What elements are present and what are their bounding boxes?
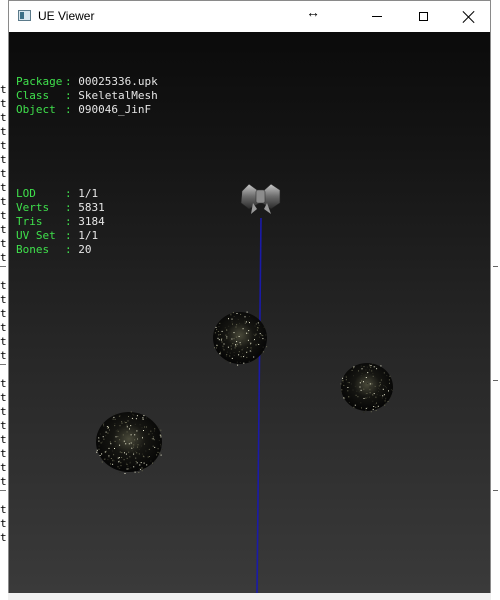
background-divider <box>0 364 6 365</box>
info-value: 1/1 <box>78 187 99 200</box>
background-text-char: t <box>0 154 7 166</box>
info-label: UV Set <box>16 229 56 242</box>
background-text-char: t <box>0 462 7 474</box>
background-text-char: t <box>0 336 7 348</box>
info-value: 1/1 <box>78 229 99 242</box>
info-separator: : <box>65 75 79 88</box>
maximize-icon <box>418 12 428 21</box>
axis-line <box>256 217 262 593</box>
mesh-stats-block: LOD: 1/1 Verts: 5831 Tris: 3184 UV Set: 1/1… <box>16 187 158 257</box>
info-row: Package: 00025336.upk <box>16 75 158 89</box>
background-window-right <box>491 0 500 600</box>
info-row: Class: SkeletalMesh <box>16 89 158 103</box>
background-text-char: t <box>0 392 7 404</box>
background-text-char: t <box>0 252 7 264</box>
info-label: Tris <box>16 215 43 228</box>
background-text-char: t <box>0 84 7 96</box>
background-text-char: t <box>0 420 7 432</box>
object-info-block: Package: 00025336.upk Class: SkeletalMesh… <box>16 75 158 117</box>
background-text-char: t <box>0 210 7 222</box>
info-separator: : <box>65 229 79 242</box>
info-value: 5831 <box>78 201 105 214</box>
3d-viewport[interactable]: Package: 00025336.upk Class: SkeletalMesh… <box>9 32 490 593</box>
ue-viewer-window: UE Viewer ↔ Package: 00025336.upk Class… <box>8 0 491 593</box>
close-icon <box>463 11 475 23</box>
info-label: Object <box>16 103 56 116</box>
background-text-char: t <box>0 308 7 320</box>
background-text-char: t <box>0 182 7 194</box>
mesh-info-panel: Package: 00025336.upk Class: SkeletalMesh… <box>16 47 158 285</box>
info-separator: : <box>65 187 79 200</box>
info-row: LOD: 1/1 <box>16 187 158 201</box>
background-text-char: t <box>0 280 7 292</box>
background-text-char: t <box>0 168 7 180</box>
info-row: Verts: 5831 <box>16 201 158 215</box>
background-divider <box>0 490 6 491</box>
background-text-char: t <box>0 378 7 390</box>
bow-mesh <box>240 183 281 214</box>
resize-icon: ↔ <box>306 4 320 20</box>
background-text-char: t <box>0 126 7 138</box>
background-divider <box>0 266 6 267</box>
background-text-char: t <box>0 294 7 306</box>
info-separator: : <box>65 243 79 256</box>
info-label: Verts <box>16 201 50 214</box>
info-value: 00025336.upk <box>78 75 158 88</box>
info-separator: : <box>65 201 79 214</box>
info-separator: : <box>65 215 79 228</box>
background-text-char: t <box>0 350 7 362</box>
pom-pom-mesh <box>340 363 393 413</box>
info-separator: : <box>65 103 79 116</box>
close-button[interactable] <box>446 1 492 32</box>
minimize-icon <box>372 16 382 17</box>
info-label: Class <box>16 89 50 102</box>
info-row: Tris: 3184 <box>16 215 158 229</box>
info-label: Bones <box>16 243 50 256</box>
info-value: 3184 <box>78 215 105 228</box>
info-row: Bones: 20 <box>16 243 158 257</box>
maximize-button[interactable] <box>400 1 446 32</box>
info-value: 090046_JinF <box>78 103 152 116</box>
background-text-char: t <box>0 434 7 446</box>
background-tick <box>493 266 498 267</box>
minimize-button[interactable] <box>354 1 400 32</box>
background-text-char: t <box>0 98 7 110</box>
background-text-char: t <box>0 112 7 124</box>
info-value: 20 <box>78 243 92 256</box>
background-text-char: t <box>0 238 7 250</box>
info-row: UV Set: 1/1 <box>16 229 158 243</box>
background-text-char: t <box>0 196 7 208</box>
info-separator: : <box>65 89 79 102</box>
pom-pom-mesh <box>95 411 163 474</box>
info-label: LOD <box>16 187 36 200</box>
background-text-char: t <box>0 140 7 152</box>
background-text-char: t <box>0 448 7 460</box>
background-text-char: t <box>0 504 7 516</box>
background-text-char: t <box>0 322 7 334</box>
background-text-char: t <box>0 532 7 544</box>
info-value: SkeletalMesh <box>78 89 158 102</box>
background-tick <box>493 380 498 381</box>
pom-pom-meshes <box>95 311 393 474</box>
background-text-char: t <box>0 518 7 530</box>
info-row: Object: 090046_JinF <box>16 103 158 117</box>
background-text-char: t <box>0 476 7 488</box>
title-bar[interactable]: UE Viewer ↔ <box>9 1 490 32</box>
background-text-char: t <box>0 406 7 418</box>
info-label: Package <box>16 75 63 88</box>
background-tick <box>493 490 498 491</box>
window-title: UE Viewer <box>38 9 95 23</box>
background-text-char: t <box>0 224 7 236</box>
app-icon <box>18 10 31 21</box>
